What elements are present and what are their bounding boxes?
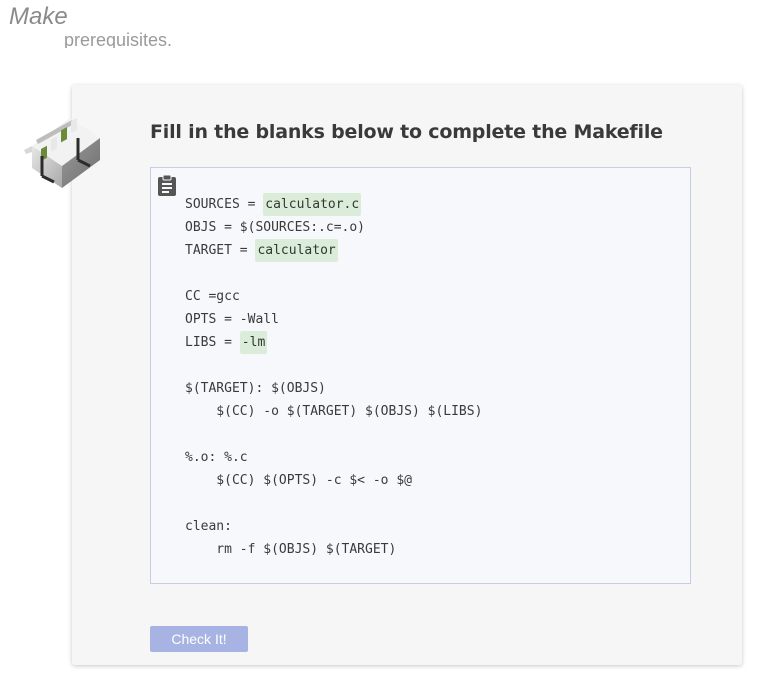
code-text: $(CC) $(OPTS) -c $< -o $@	[185, 473, 412, 488]
code-line: CC =gcc	[185, 285, 482, 308]
hurdle-icon	[24, 117, 100, 188]
code-text: OBJS = $(SOURCES:.c=.o)	[185, 220, 366, 235]
clipboard-icon[interactable]	[156, 174, 178, 196]
page-title: Make	[9, 3, 68, 30]
code-text: %.o: %.c	[185, 450, 248, 465]
check-it-button[interactable]: Check It!	[150, 626, 248, 652]
code-text: TARGET =	[185, 243, 256, 258]
makefile-code: SOURCES = calculator.c OBJS = $(SOURCES:.…	[185, 193, 482, 561]
code-line: clean:	[185, 515, 482, 538]
code-line: $(CC) $(OPTS) -c $< -o $@	[185, 469, 482, 492]
exercise-title: Fill in the blanks below to complete the…	[150, 121, 663, 143]
code-line: OPTS = -Wall	[185, 308, 482, 331]
code-text: LIBS =	[185, 335, 240, 350]
code-line: $(CC) -o $(TARGET) $(OBJS) $(LIBS)	[185, 400, 482, 423]
code-line: LIBS = -lm	[185, 331, 482, 354]
code-text: $(CC) -o $(TARGET) $(OBJS) $(LIBS)	[185, 404, 483, 419]
cut-off-text-content: prerequisites.	[64, 30, 173, 48]
code-text: rm -f $(OBJS) $(TARGET)	[185, 542, 397, 557]
fill-in-blank[interactable]: calculator	[255, 239, 338, 262]
fill-in-blank[interactable]: calculator.c	[263, 193, 362, 216]
code-line: OBJS = $(SOURCES:.c=.o)	[185, 216, 482, 239]
code-line: SOURCES = calculator.c	[185, 193, 482, 216]
cut-off-text: prerequisites.	[64, 26, 264, 48]
code-text: OPTS = -Wall	[185, 312, 279, 327]
code-text: clean:	[185, 519, 232, 534]
code-text: CC =gcc	[185, 289, 240, 304]
code-text: SOURCES =	[185, 197, 264, 212]
code-line: TARGET = calculator	[185, 239, 482, 262]
fill-in-blank[interactable]: -lm	[239, 331, 268, 354]
code-line: %.o: %.c	[185, 446, 482, 469]
code-line: $(TARGET): $(OBJS)	[185, 377, 482, 400]
code-line: rm -f $(OBJS) $(TARGET)	[185, 538, 482, 561]
code-text: $(TARGET): $(OBJS)	[185, 381, 326, 396]
